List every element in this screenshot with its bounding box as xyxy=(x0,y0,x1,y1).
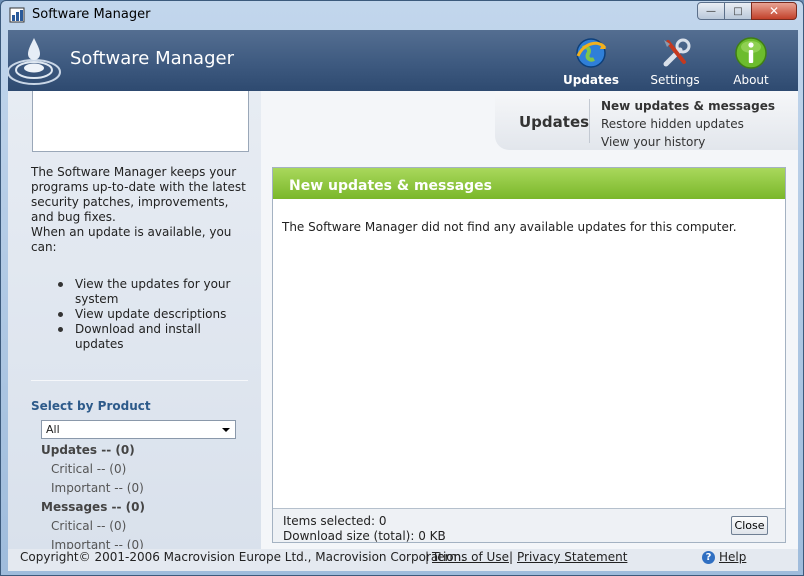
window-controls: — □ ✕ xyxy=(697,2,797,20)
select-by-product-heading: Select by Product xyxy=(31,399,151,413)
subnav-separator xyxy=(589,99,590,143)
app-header: Software Manager Updates Settings About xyxy=(8,30,798,91)
privacy-statement-link[interactable]: Privacy Statement xyxy=(517,550,627,564)
app-window: Software Manager — □ ✕ Software Manager … xyxy=(0,0,804,576)
panel-footer: Items selected: 0 Download size (total):… xyxy=(273,508,785,544)
updates-panel: New updates & messages The Software Mana… xyxy=(272,167,786,543)
help-icon: ? xyxy=(702,550,715,564)
copyright-text: Copyright© 2001-2006 Macrovision Europe … xyxy=(20,550,466,564)
list-item: Download and install updates xyxy=(43,322,243,352)
tree-item-messages-critical[interactable]: Critical -- (0) xyxy=(41,517,145,536)
product-filter-tree: Updates -- (0) Critical -- (0) Important… xyxy=(41,441,145,555)
sidebar-description: The Software Manager keeps your programs… xyxy=(31,165,246,254)
download-size: Download size (total): 0 KB xyxy=(283,529,446,543)
window-title: Software Manager xyxy=(32,7,151,22)
link-view-history[interactable]: View your history xyxy=(601,133,775,151)
help-link[interactable]: ? Help xyxy=(702,550,746,564)
maximize-button[interactable]: □ xyxy=(724,2,752,20)
chevron-down-icon xyxy=(222,428,230,432)
title-bar: Software Manager — □ ✕ xyxy=(1,1,803,30)
nav-about-label: About xyxy=(733,73,769,87)
tree-item-updates-important[interactable]: Important -- (0) xyxy=(41,479,145,498)
minimize-icon: — xyxy=(706,5,716,17)
subnav-links: New updates & messages Restore hidden up… xyxy=(601,97,775,151)
app-title: Software Manager xyxy=(70,48,234,69)
main-content: Updates New updates & messages Restore h… xyxy=(261,91,798,551)
sidebar-info-box xyxy=(32,91,249,152)
minimize-button[interactable]: — xyxy=(697,2,725,20)
nav-settings[interactable]: Settings xyxy=(645,36,705,88)
tree-item-updates-critical[interactable]: Critical -- (0) xyxy=(41,460,145,479)
status-bar: Copyright© 2001-2006 Macrovision Europe … xyxy=(8,549,798,571)
settings-tools-icon xyxy=(663,38,691,67)
list-item: View the updates for your system xyxy=(43,277,243,307)
no-updates-message: The Software Manager did not find any av… xyxy=(282,220,737,234)
nav-updates[interactable]: Updates xyxy=(561,36,621,88)
list-item: View update descriptions xyxy=(43,307,243,322)
nav-settings-label: Settings xyxy=(650,73,700,87)
product-select[interactable]: All xyxy=(41,420,236,439)
about-info-icon xyxy=(735,37,767,69)
water-drop-logo-icon xyxy=(8,38,61,85)
app-icon xyxy=(9,7,25,23)
selection-info: Items selected: 0 Download size (total):… xyxy=(283,514,446,544)
terms-of-use-link[interactable]: Terms of Use xyxy=(432,550,509,564)
sidebar-bullet-list: View the updates for your system View up… xyxy=(43,277,243,352)
sidebar: The Software Manager keeps your programs… xyxy=(8,91,261,552)
maximize-icon: □ xyxy=(733,5,743,17)
subnav-title: Updates xyxy=(519,113,590,131)
close-button[interactable]: Close xyxy=(731,516,768,535)
product-select-value: All xyxy=(46,423,60,436)
close-icon: ✕ xyxy=(768,4,780,18)
link-restore-hidden-updates[interactable]: Restore hidden updates xyxy=(601,115,775,133)
tree-group-updates[interactable]: Updates -- (0) xyxy=(41,441,145,460)
sidebar-divider xyxy=(31,380,248,381)
tree-group-messages[interactable]: Messages -- (0) xyxy=(41,498,145,517)
items-selected: Items selected: 0 xyxy=(283,514,387,528)
link-new-updates[interactable]: New updates & messages xyxy=(601,97,775,115)
nav-about[interactable]: About xyxy=(721,36,781,88)
help-label: Help xyxy=(719,550,747,564)
panel-title: New updates & messages xyxy=(273,168,785,199)
separator: | xyxy=(425,550,430,564)
updates-globe-icon xyxy=(576,38,607,68)
close-window-button[interactable]: ✕ xyxy=(751,2,797,20)
separator: | xyxy=(509,550,514,564)
updates-subnav: Updates New updates & messages Restore h… xyxy=(495,91,798,150)
nav-updates-label: Updates xyxy=(562,73,620,87)
